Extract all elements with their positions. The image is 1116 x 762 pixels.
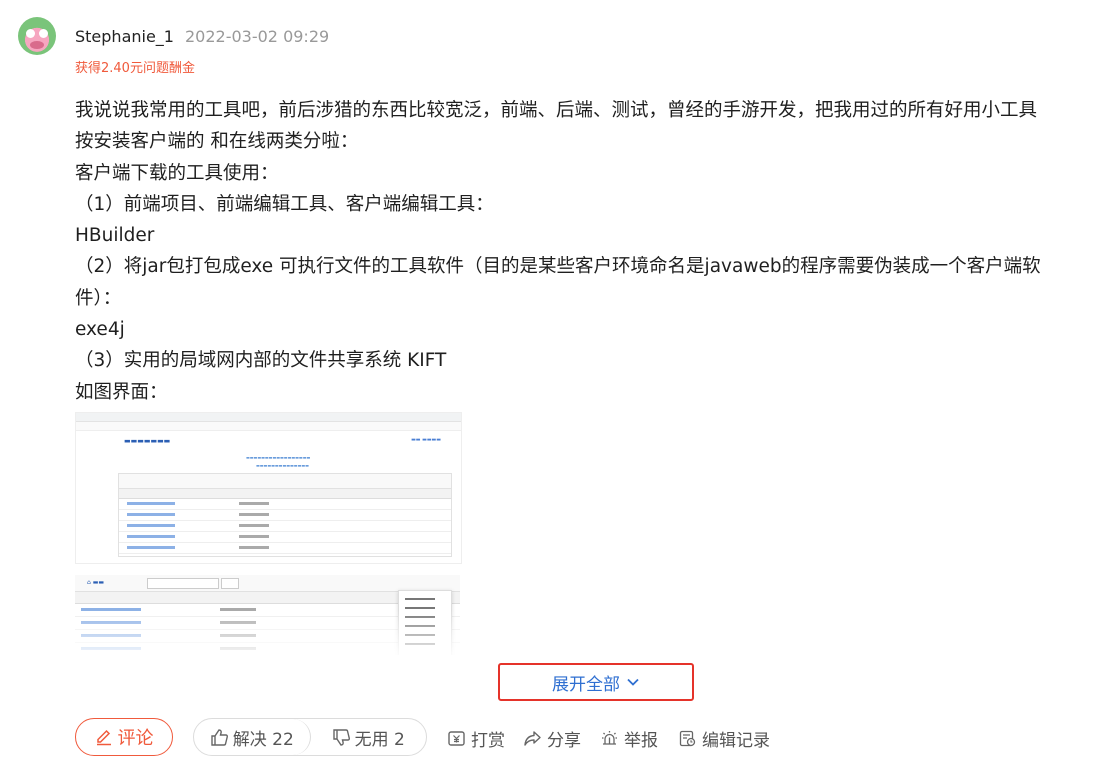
content-line: exe4j (75, 319, 125, 341)
edit-log-button[interactable]: 编辑记录 (678, 726, 770, 751)
browser-bookmarks-bar (76, 422, 461, 431)
content-line: （3）实用的局域网内部的文件共享系统 KIFT (75, 350, 447, 372)
thumbs-up-icon (211, 728, 228, 746)
reward-label: 打赏 (471, 731, 505, 751)
browser-address-bar (76, 413, 461, 422)
pen-icon (96, 729, 111, 746)
comment-button[interactable]: 评论 (75, 718, 173, 756)
chevron-down-icon (627, 678, 639, 686)
edit-log-label: 编辑记录 (702, 731, 770, 751)
content-line: 客户端下载的工具使用： (75, 162, 279, 184)
solved-label: 解决 22 (232, 729, 294, 750)
content-fade-overlay (75, 610, 465, 660)
content-line: （1）前端项目、前端编辑工具、客户端编辑工具： (75, 193, 494, 215)
screenshot-table-row (119, 532, 451, 543)
screenshot-info-line: ▬▬▬▬▬▬▬▬▬▬▬▬▬▬▬▬▬ (246, 455, 311, 460)
post-time: 2022-03-02 09:29 (185, 27, 330, 46)
report-button[interactable]: 举报 (600, 726, 658, 751)
screenshot-table-row (119, 543, 451, 554)
screenshot-toolbar (119, 474, 451, 489)
expand-all-label: 展开全部 (552, 674, 620, 695)
screenshot-app-title-block: ▬▬▬▬▬▬▬ (124, 437, 171, 445)
content-line: 如图界面： (75, 381, 168, 403)
useless-label: 无用 2 (354, 729, 405, 750)
screenshot-table-header (119, 489, 451, 499)
content-line: 件）： (75, 287, 122, 309)
reward-icon (448, 731, 465, 746)
expand-all-button[interactable]: 展开全部 (500, 665, 692, 699)
reward-button[interactable]: 打赏 (447, 726, 505, 751)
screenshot-info-line: ▬▬▬▬▬▬▬▬▬▬▬▬▬▬ (256, 463, 309, 468)
screenshot-table-row (119, 521, 451, 532)
share-button[interactable]: 分享 (523, 726, 581, 751)
bounty-badge: 获得2.40元问题酬金 (75, 61, 195, 76)
content-line: 我说说我常用的工具吧，前后涉猎的东西比较宽泛，前端、后端、测试，曾经的手游开发，… (75, 100, 1038, 121)
screenshot-search-button (221, 578, 239, 589)
report-label: 举报 (624, 731, 658, 751)
answer-action-bar: 评论 解决 22 无用 2 打赏 分享 举报 编辑记录 (75, 718, 1115, 758)
solved-button[interactable]: 解决 22 (194, 719, 311, 755)
embedded-screenshot-file-system[interactable]: ▬▬▬▬▬▬▬ ▬▬ ▬▬▬▬ ▬▬▬▬▬▬▬▬▬▬▬▬▬▬▬▬▬ ▬▬▬▬▬▬… (75, 412, 462, 564)
screenshot-file-panel (118, 473, 452, 557)
screenshot-table-row (119, 510, 451, 521)
content-line: 按安装客户端的 和在线两类分啦： (75, 131, 359, 153)
screenshot-header-links: ▬▬ ▬▬▬▬ (411, 437, 441, 443)
useless-button[interactable]: 无用 2 (311, 719, 427, 755)
content-line: HBuilder (75, 225, 155, 247)
expand-highlight-box: 展开全部 (498, 663, 694, 701)
edit-history-icon (679, 730, 696, 747)
share-label: 分享 (547, 731, 581, 751)
screenshot-table-row (119, 499, 451, 510)
content-line: （2）将jar包打包成exe 可执行文件的工具软件（目的是某些客户环境命名是ja… (75, 256, 1041, 278)
screenshot-search-box (147, 578, 219, 589)
user-avatar[interactable] (18, 17, 56, 55)
user-name[interactable]: Stephanie_1 (75, 27, 174, 46)
share-icon (524, 731, 541, 746)
comment-label: 评论 (117, 728, 154, 749)
home-icon: ⌂ ▬▬ (87, 579, 105, 586)
vote-group: 解决 22 无用 2 (193, 718, 427, 756)
alarm-icon (602, 731, 617, 745)
answer-content: 我说说我常用的工具吧，前后涉猎的东西比较宽泛，前端、后端、测试，曾经的手游开发，… (75, 95, 1085, 408)
thumbs-down-icon (332, 728, 350, 746)
